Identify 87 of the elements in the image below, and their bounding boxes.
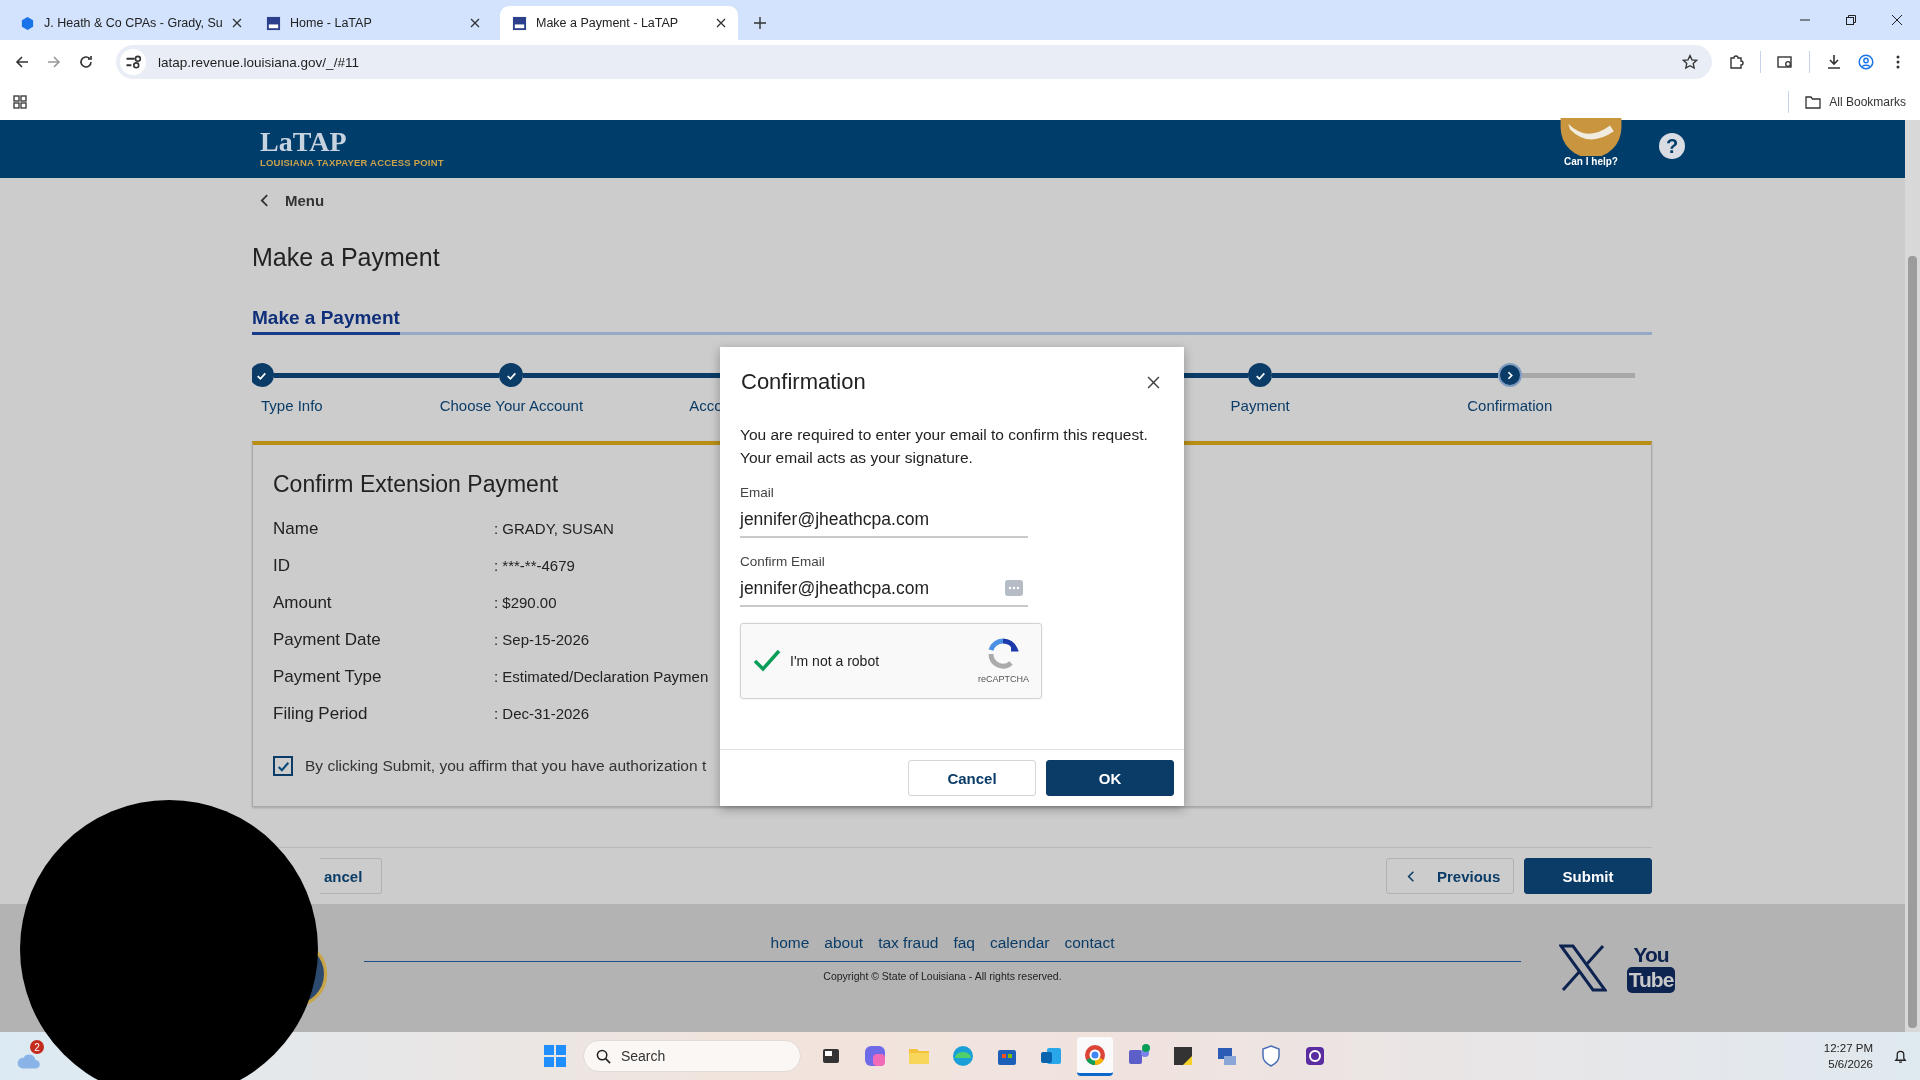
chrome-icon[interactable]	[1082, 1042, 1107, 1067]
apps-grid-icon[interactable]	[12, 94, 28, 110]
browser-tab[interactable]: Make a Payment - LaTAP	[500, 6, 738, 40]
x-logo-icon[interactable]	[1559, 943, 1607, 993]
dialog-title: Confirmation	[741, 369, 867, 395]
address-bar[interactable]: latap.revenue.louisiana.gov/_/#11	[116, 45, 1712, 79]
affirmation-text: By clicking Submit, you affirm that you have authorization t	[305, 757, 707, 775]
field-value: : GRADY, SUSAN	[494, 520, 614, 537]
section-tab[interactable]: Make a Payment	[252, 307, 400, 335]
browser-tab[interactable]: J. Heath & Co CPAs - Grady, Su	[8, 6, 246, 40]
new-tab-icon[interactable]	[754, 17, 766, 29]
footer-link[interactable]: contact	[1064, 934, 1115, 952]
field-label: Confirm Email	[740, 554, 826, 569]
browser-tab[interactable]: Home - LaTAP	[254, 6, 492, 40]
puzzle-icon[interactable]	[1728, 54, 1744, 70]
download-icon[interactable]	[1826, 54, 1842, 70]
dialog-message: You are required to enter your email to confirm this request. Your email acts as your signature.	[740, 425, 1149, 468]
start-icon[interactable]	[542, 1044, 567, 1068]
step-label: Payment	[1230, 397, 1290, 414]
forward-icon[interactable]	[46, 54, 62, 70]
tab-title: J. Heath & Co CPAs - Grady, Su	[44, 16, 223, 30]
cancel-button[interactable]: ancel	[320, 858, 382, 894]
close-icon[interactable]	[1147, 375, 1160, 389]
scrollbar-thumb[interactable]	[1908, 256, 1917, 1028]
cancel-button[interactable]: Cancel	[908, 760, 1036, 796]
field-label: Payment Date	[273, 629, 382, 650]
footer-link[interactable]: home	[770, 934, 810, 952]
site-logo[interactable]: LaTAP LOUISIANA TAXPAYER ACCESS POINT	[260, 126, 444, 168]
step-label: Confirmation	[1467, 397, 1553, 414]
star-icon[interactable]	[1682, 54, 1698, 70]
colorful-app-icon[interactable]	[862, 1044, 887, 1068]
reload-icon[interactable]	[78, 54, 94, 70]
email-field[interactable]: jennifer@jheathcpa.com	[740, 500, 1028, 538]
all-bookmarks-button[interactable]: All Bookmarks	[1803, 91, 1908, 113]
clock[interactable]: 12:27 PM 5/6/2026	[1823, 1040, 1873, 1072]
checkbox[interactable]	[273, 756, 293, 776]
field-value: : ***-**-4679	[494, 557, 575, 574]
back-icon[interactable]	[14, 54, 30, 70]
weather-widget[interactable]: 2	[16, 1040, 46, 1072]
captcha-label: I'm not a robot	[790, 653, 880, 669]
footer-link[interactable]: faq	[953, 934, 975, 952]
close-icon[interactable]	[231, 18, 242, 28]
field-value: : $290.00	[494, 594, 557, 611]
card-title: Confirm Extension Payment	[273, 471, 559, 498]
field-label: Payment Type	[273, 666, 383, 687]
step-label: Choose Your Account	[439, 397, 584, 414]
footer-link[interactable]: about	[824, 934, 864, 952]
recaptcha-logo-icon	[987, 638, 1020, 670]
ok-button[interactable]: OK	[1046, 760, 1174, 796]
chevron-icon	[260, 194, 269, 207]
tab-title: Make a Payment - LaTAP	[536, 16, 680, 30]
site-settings-icon[interactable]	[120, 49, 146, 75]
field-label: ID	[273, 555, 291, 576]
url-text: latap.revenue.louisiana.gov/_/#11	[158, 54, 359, 70]
page-title: Make a Payment	[252, 243, 441, 272]
step-label: Type Info	[261, 397, 323, 414]
hexagon-icon	[20, 15, 35, 31]
footer-link[interactable]: calendar	[990, 934, 1050, 952]
search-icon	[595, 1048, 611, 1064]
confirm-email-field[interactable]: jennifer@jheathcpa.com	[740, 569, 1028, 607]
square-logo-icon	[512, 15, 527, 31]
field-value: : Sep-15-2026	[494, 631, 590, 648]
tab-search-icon[interactable]	[1777, 54, 1793, 70]
field-value: : Dec-31-2026	[494, 705, 590, 722]
profile-icon[interactable]	[1858, 54, 1874, 70]
field-value: : Estimated/Declaration Paymen	[494, 668, 709, 685]
close-icon[interactable]	[1891, 14, 1903, 26]
field-label: Filing Period	[273, 703, 369, 724]
folder-icon	[1805, 95, 1822, 109]
menu-button[interactable]: Menu	[252, 192, 325, 209]
restore-icon[interactable]	[1845, 14, 1857, 26]
tab-title: Home - LaTAP	[290, 16, 373, 30]
search-field[interactable]: Search	[582, 1040, 801, 1072]
footer-link[interactable]: tax fraud	[878, 934, 939, 952]
chevron-icon	[1407, 870, 1415, 882]
help-button[interactable]: ?	[1659, 133, 1685, 159]
close-icon[interactable]	[470, 18, 480, 28]
recaptcha-text: reCAPTCHA	[978, 674, 1029, 684]
previous-button[interactable]: Previous	[1386, 858, 1514, 894]
field-label: Amount	[273, 592, 333, 613]
field-label: Email	[740, 485, 775, 500]
field-label: Name	[273, 518, 320, 539]
submit-button[interactable]: Submit	[1524, 858, 1652, 894]
close-icon[interactable]	[716, 18, 726, 28]
notification-icon[interactable]	[1893, 1048, 1908, 1064]
square-logo-icon	[266, 15, 281, 31]
copyright-text: Copyright © State of Louisiana - All rights reserved.	[823, 970, 1062, 982]
